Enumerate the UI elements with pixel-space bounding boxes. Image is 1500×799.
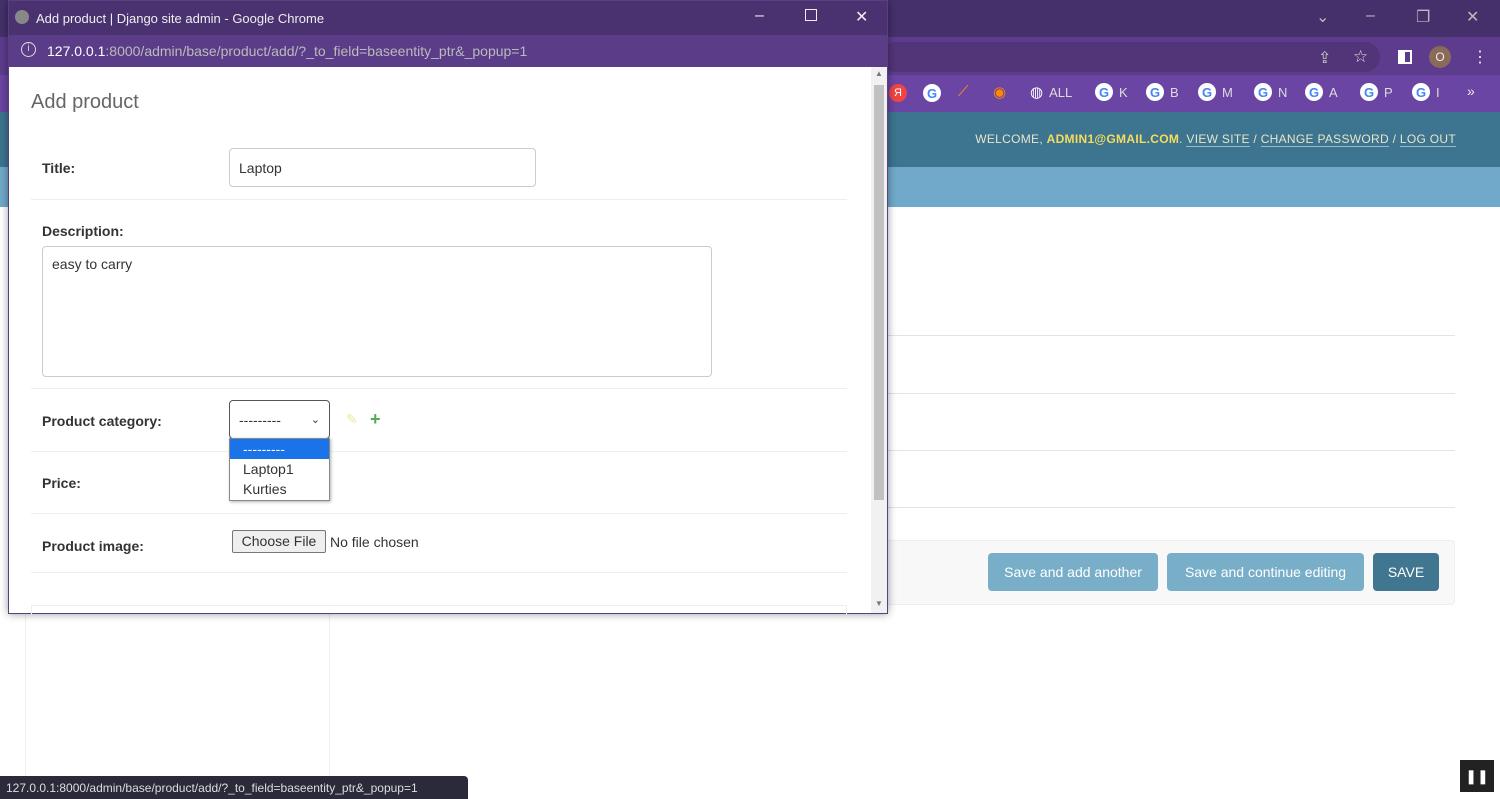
price-label: Price: bbox=[42, 475, 81, 491]
divider bbox=[887, 335, 1455, 336]
category-select[interactable]: --------- ⌄ bbox=[229, 400, 330, 439]
star-icon[interactable]: ☆ bbox=[1353, 47, 1368, 67]
edit-pencil-icon[interactable]: ✎ bbox=[346, 411, 358, 428]
divider bbox=[31, 513, 847, 514]
add-plus-icon[interactable]: + bbox=[370, 409, 381, 430]
bookmark-i[interactable]: GI bbox=[1412, 83, 1440, 101]
pause-icon[interactable]: ❚❚ bbox=[1460, 760, 1494, 792]
restore-icon[interactable]: ❐ bbox=[1416, 7, 1430, 27]
bookmark-k[interactable]: GK bbox=[1095, 83, 1128, 101]
option[interactable]: --------- bbox=[230, 439, 329, 459]
divider bbox=[31, 572, 847, 573]
status-bar-url: 127.0.0.1:8000/admin/base/product/add/?_… bbox=[0, 776, 468, 799]
google-icon: G bbox=[1412, 83, 1430, 101]
divider bbox=[887, 393, 1455, 394]
bookmark-m[interactable]: GM bbox=[1198, 83, 1233, 101]
maximize-icon[interactable] bbox=[805, 9, 817, 21]
bookmark-a[interactable]: GA bbox=[1305, 83, 1338, 101]
submit-row bbox=[31, 605, 847, 615]
image-label: Product image: bbox=[42, 538, 144, 554]
sidebar-border bbox=[329, 612, 330, 782]
eye-bookmark-icon[interactable]: ◉ bbox=[993, 83, 1006, 101]
google-icon: G bbox=[1198, 83, 1216, 101]
category-dropdown[interactable]: --------- Laptop1 Kurties bbox=[229, 438, 330, 501]
scroll-down-icon[interactable]: ▼ bbox=[875, 599, 883, 608]
divider bbox=[887, 450, 1455, 451]
option[interactable]: Kurties bbox=[230, 479, 329, 499]
globe-icon bbox=[15, 10, 29, 24]
google-icon: G bbox=[1360, 83, 1378, 101]
google-icon: G bbox=[1254, 83, 1272, 101]
bookmark-b[interactable]: GB bbox=[1146, 83, 1179, 101]
close-icon[interactable]: ✕ bbox=[855, 7, 868, 27]
google-bookmark[interactable]: G bbox=[923, 84, 941, 102]
description-textarea[interactable]: easy to carry bbox=[42, 246, 712, 377]
globe-icon: ◍ bbox=[1030, 84, 1044, 101]
minimize-icon[interactable]: – bbox=[755, 7, 764, 25]
popup-url-bar[interactable]: i 127.0.0.1:8000/admin/base/product/add/… bbox=[9, 35, 887, 67]
divider bbox=[31, 199, 847, 200]
popup-window: Add product | Django site admin - Google… bbox=[8, 0, 888, 615]
title-label: Title: bbox=[42, 160, 76, 176]
divider bbox=[887, 507, 1455, 508]
save-button[interactable]: SAVE bbox=[1373, 553, 1439, 591]
scrollbar[interactable]: ▲ ▼ bbox=[871, 67, 887, 613]
view-site-link[interactable]: VIEW SITE bbox=[1186, 132, 1250, 147]
more-bookmarks-icon[interactable]: » bbox=[1467, 83, 1475, 99]
menu-icon[interactable]: ⋮ bbox=[1472, 47, 1488, 67]
bookmark-icon[interactable]: ⟋ bbox=[958, 83, 969, 100]
info-icon[interactable]: i bbox=[21, 42, 36, 57]
bookmark-all[interactable]: ◍ ALL bbox=[1030, 83, 1072, 101]
user-tools: WELCOME, ADMIN1@GMAIL.COM. VIEW SITE / C… bbox=[975, 132, 1456, 147]
google-icon: G bbox=[1146, 83, 1164, 101]
yandex-bookmark[interactable]: Я bbox=[889, 84, 907, 102]
scroll-up-icon[interactable]: ▲ bbox=[875, 69, 883, 78]
bookmark-p[interactable]: GP bbox=[1360, 83, 1393, 101]
tab-search-icon[interactable]: ⌄ bbox=[1316, 7, 1329, 27]
no-file-text: No file chosen bbox=[330, 534, 419, 550]
google-icon: G bbox=[1095, 83, 1113, 101]
profile-avatar[interactable]: O bbox=[1429, 46, 1451, 68]
minimize-icon[interactable]: – bbox=[1366, 7, 1375, 25]
popup-title: Add product | Django site admin - Google… bbox=[36, 11, 325, 26]
title-input[interactable]: Laptop bbox=[229, 148, 536, 187]
address-bar[interactable] bbox=[880, 42, 1380, 72]
choose-file-button[interactable]: Choose File bbox=[232, 530, 326, 553]
save-and-continue-button[interactable]: Save and continue editing bbox=[1167, 553, 1364, 591]
sidebar-border bbox=[25, 612, 26, 782]
log-out-link[interactable]: LOG OUT bbox=[1399, 132, 1456, 147]
page-title: Add product bbox=[31, 91, 139, 113]
scrollbar-thumb[interactable] bbox=[874, 85, 884, 500]
divider bbox=[31, 451, 847, 452]
bookmark-n[interactable]: GN bbox=[1254, 83, 1287, 101]
save-and-add-another-button[interactable]: Save and add another bbox=[988, 553, 1158, 591]
chevron-down-icon: ⌄ bbox=[310, 414, 320, 426]
description-label: Description: bbox=[42, 223, 124, 239]
popup-titlebar: Add product | Django site admin - Google… bbox=[9, 1, 887, 35]
change-password-link[interactable]: CHANGE PASSWORD bbox=[1260, 132, 1389, 147]
category-label: Product category: bbox=[42, 413, 162, 429]
side-panel-icon[interactable] bbox=[1398, 50, 1412, 64]
share-icon[interactable]: ⇪ bbox=[1318, 48, 1331, 68]
google-icon: G bbox=[1305, 83, 1323, 101]
option[interactable]: Laptop1 bbox=[230, 459, 329, 479]
close-icon[interactable]: ✕ bbox=[1466, 7, 1479, 27]
divider bbox=[31, 388, 847, 389]
